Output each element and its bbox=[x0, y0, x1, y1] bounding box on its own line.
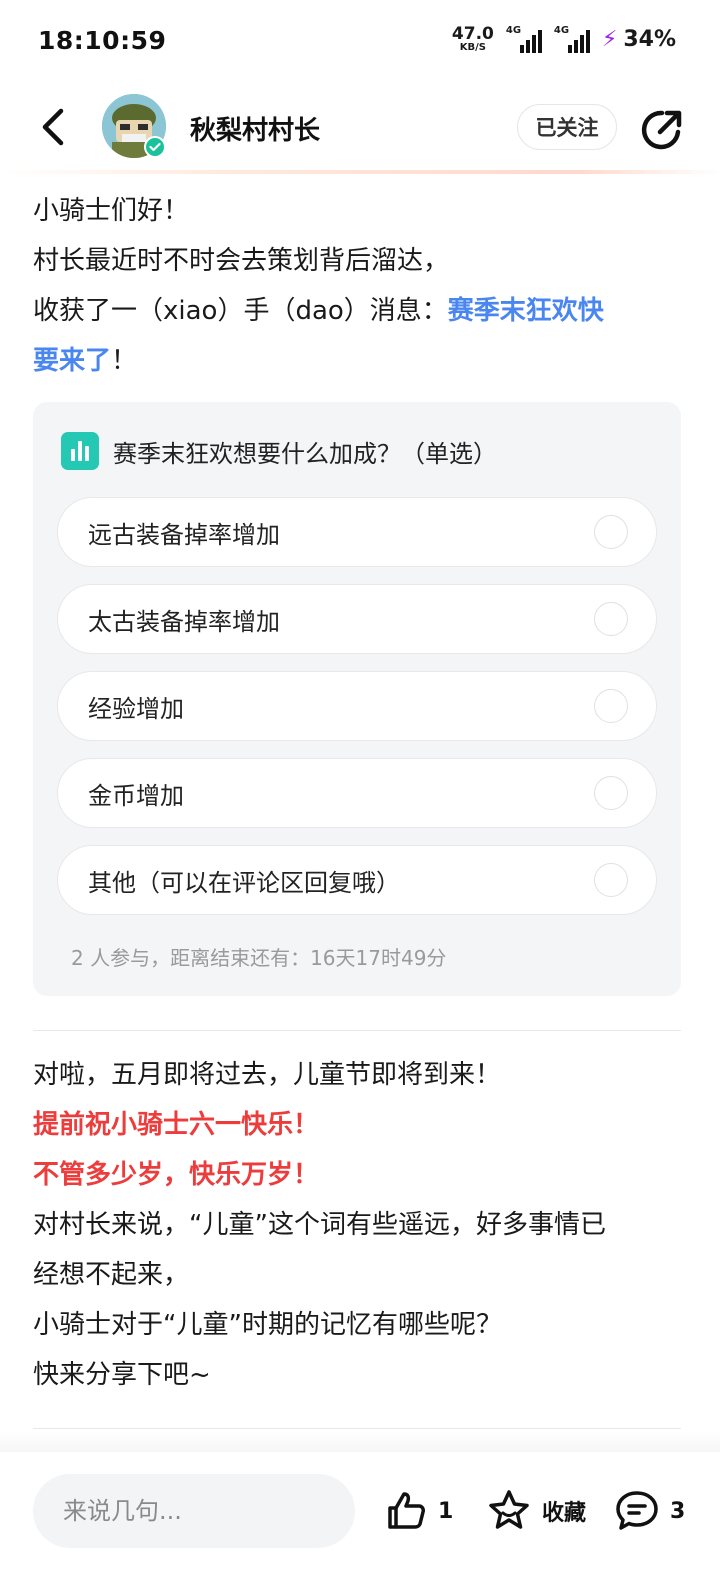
share-icon bbox=[641, 110, 682, 150]
sim2-label: 4G bbox=[553, 24, 570, 36]
poll-title: 赛季末狂欢想要什么加成？（单选） bbox=[113, 439, 497, 468]
header-divider bbox=[0, 170, 720, 174]
poll-option-label: 其他（可以在评论区回复哦） bbox=[88, 868, 400, 897]
signal-sim1-icon: 4G bbox=[505, 24, 542, 53]
bottom-action-bar: 1 收藏 3 bbox=[0, 1452, 720, 1584]
body-line: 对村长来说，“儿童”这个词有些遥远，好多事情已 bbox=[33, 1210, 606, 1240]
poll-header: 赛季末狂欢想要什么加成？（单选） bbox=[61, 432, 497, 470]
battery-level: 34% bbox=[623, 27, 676, 52]
status-bar: 18:10:59 47.0 KB/S 4G 4G ⚡ 34% bbox=[0, 0, 720, 84]
star-icon bbox=[489, 1490, 529, 1529]
follow-button[interactable]: 已关注 bbox=[517, 104, 617, 150]
poll-option[interactable]: 太古装备掉率增加 bbox=[57, 584, 657, 654]
chevron-left-icon bbox=[42, 108, 64, 146]
comment-bubble-icon bbox=[616, 1491, 658, 1530]
poll-option-label: 经验增加 bbox=[88, 694, 184, 723]
poll-card: 赛季末狂欢想要什么加成？（单选） 远古装备掉率增加 太古装备掉率增加 经验增加 … bbox=[33, 402, 681, 996]
intro-line: 收获了一（xiao）手（dao）消息：赛季末狂欢快 bbox=[33, 286, 693, 336]
network-speed-unit: KB/S bbox=[459, 42, 487, 53]
section-divider bbox=[33, 1030, 681, 1031]
sim1-label: 4G bbox=[505, 24, 522, 36]
verified-badge-icon bbox=[144, 136, 166, 158]
bottom-shadow bbox=[0, 1432, 720, 1452]
poll-option-label: 远古装备掉率增加 bbox=[88, 520, 280, 549]
poll-option-label: 太古装备掉率增加 bbox=[88, 607, 280, 636]
post-header: 秋梨村村长 已关注 bbox=[0, 84, 720, 174]
intro-line: 村长最近时不时会去策划背后溜达， bbox=[33, 246, 450, 276]
poll-option[interactable]: 金币增加 bbox=[57, 758, 657, 828]
network-speed: 47.0 KB/S bbox=[452, 26, 494, 53]
like-count: 1 bbox=[438, 1498, 454, 1524]
author-name[interactable]: 秋梨村村长 bbox=[190, 110, 320, 147]
network-speed-value: 47.0 bbox=[451, 24, 494, 44]
post-intro: 小骑士们好！ 村长最近时不时会去策划背后溜达， 收获了一（xiao）手（dao）… bbox=[33, 186, 693, 386]
favorite-button[interactable]: 收藏 bbox=[486, 1486, 586, 1536]
comments-button[interactable]: 3 bbox=[614, 1486, 685, 1536]
intro-text: 收获了一（xiao）手（dao）消息： bbox=[33, 296, 448, 326]
comment-input[interactable] bbox=[33, 1474, 355, 1548]
section-divider bbox=[33, 1428, 681, 1429]
intro-line: 要来了！ bbox=[33, 336, 693, 386]
radio-button[interactable] bbox=[594, 602, 628, 636]
radio-button[interactable] bbox=[594, 776, 628, 810]
body-line: 经想不起来， bbox=[33, 1260, 190, 1290]
poll-option-label: 金币增加 bbox=[88, 781, 184, 810]
comment-count: 3 bbox=[670, 1498, 686, 1524]
charging-icon: ⚡ bbox=[601, 27, 618, 52]
poll-status: 2 人参与，距离结束还有：16天17时49分 bbox=[71, 946, 447, 970]
signal-sim2-icon: 4G bbox=[553, 24, 590, 53]
body-line: 小骑士对于“儿童”时期的记忆有哪些呢？ bbox=[33, 1310, 502, 1340]
radio-button[interactable] bbox=[594, 689, 628, 723]
intro-text: ！ bbox=[111, 346, 138, 376]
status-indicators: 47.0 KB/S 4G 4G ⚡ 34% bbox=[452, 24, 676, 53]
intro-highlight: 赛季末狂欢快 bbox=[447, 296, 604, 326]
poll-option[interactable]: 经验增加 bbox=[57, 671, 657, 741]
favorite-label: 收藏 bbox=[542, 1501, 587, 1526]
back-button[interactable] bbox=[30, 102, 74, 152]
body-line: 快来分享下吧~ bbox=[33, 1360, 211, 1390]
thumbs-up-icon bbox=[388, 1492, 425, 1529]
body-highlight-line: 不管多少岁，快乐万岁！ bbox=[33, 1160, 320, 1190]
poll-option[interactable]: 远古装备掉率增加 bbox=[57, 497, 657, 567]
post-body: 对啦，五月即将过去，儿童节即将到来！ 提前祝小骑士六一快乐！ 不管多少岁，快乐万… bbox=[33, 1050, 693, 1400]
radio-button[interactable] bbox=[594, 515, 628, 549]
share-button[interactable] bbox=[638, 106, 686, 154]
body-line: 对啦，五月即将过去，儿童节即将到来！ bbox=[33, 1060, 502, 1090]
radio-button[interactable] bbox=[594, 863, 628, 897]
body-highlight-line: 提前祝小骑士六一快乐！ bbox=[33, 1110, 320, 1140]
intro-line: 小骑士们好！ bbox=[33, 196, 190, 226]
poll-chart-icon bbox=[61, 432, 99, 470]
poll-option[interactable]: 其他（可以在评论区回复哦） bbox=[57, 845, 657, 915]
intro-highlight: 要来了 bbox=[33, 346, 112, 376]
like-button[interactable]: 1 bbox=[384, 1486, 453, 1536]
status-time: 18:10:59 bbox=[38, 26, 167, 55]
